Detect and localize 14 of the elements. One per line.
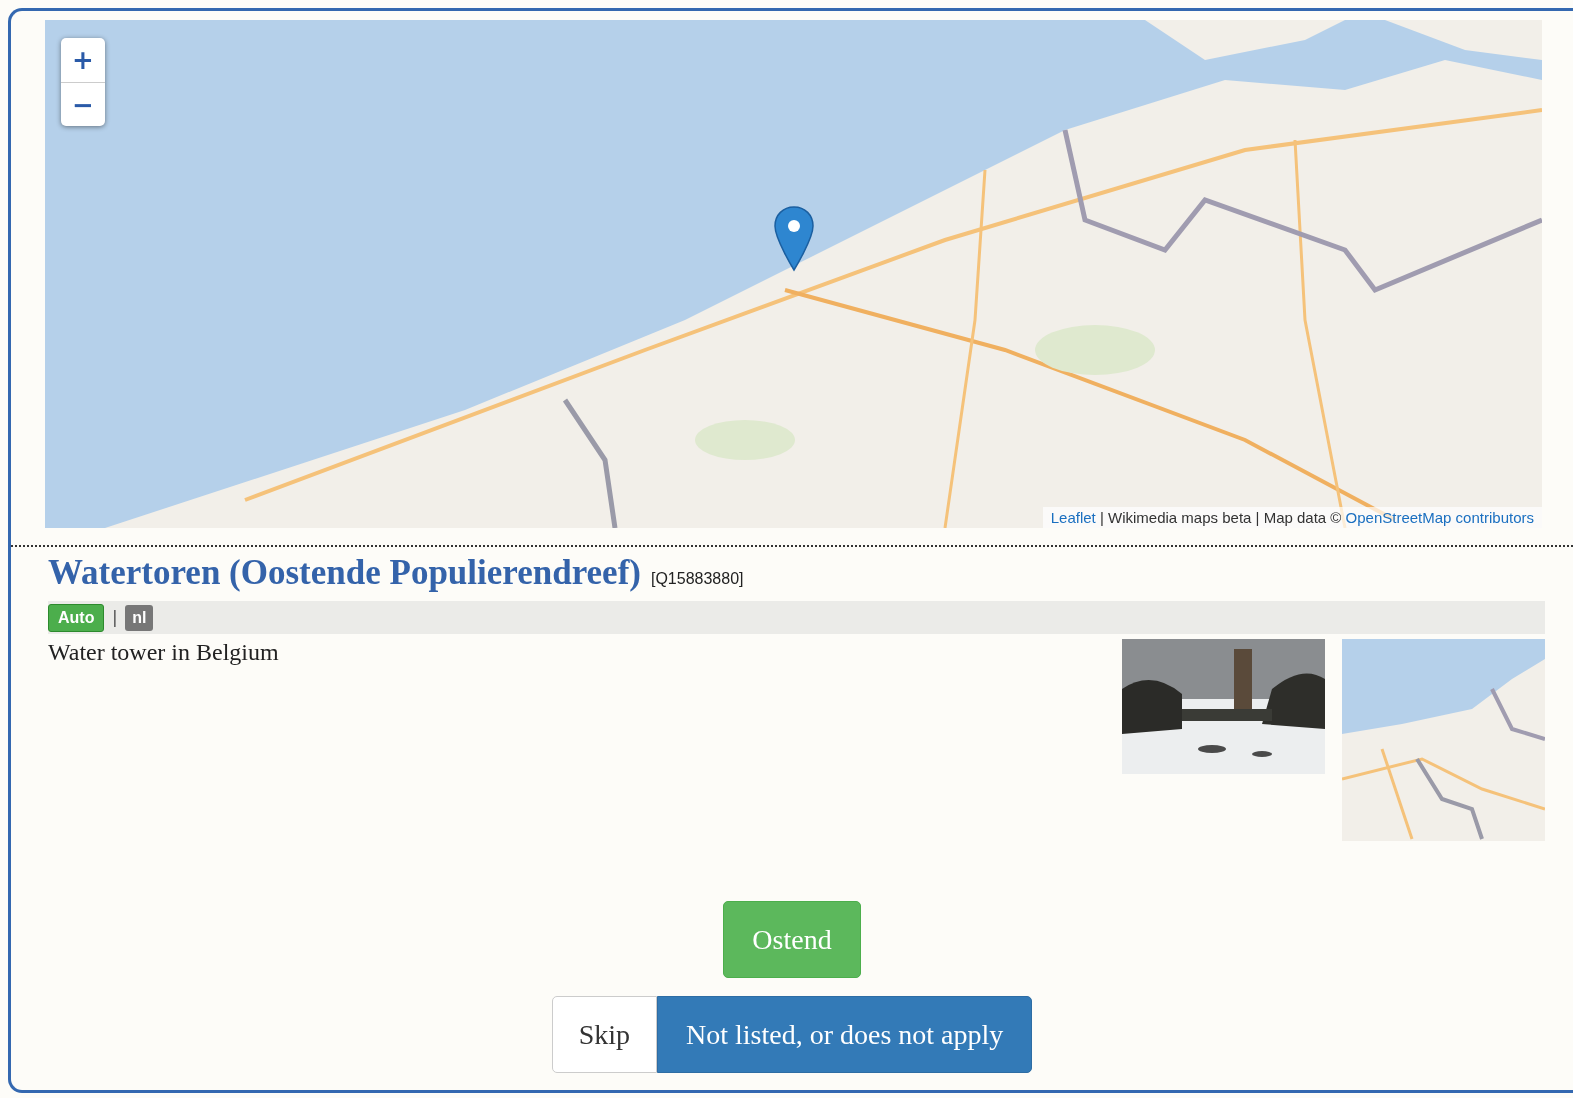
map-marker-icon[interactable] [773,206,815,272]
item-description: Water tower in Belgium [48,639,280,666]
item-title: Watertoren (Oostende Populierendreef) [48,553,641,593]
zoom-out-button[interactable]: − [61,82,105,126]
separator: | [112,607,118,628]
not-listed-button[interactable]: Not listed, or does not apply [657,996,1033,1073]
attribution-link[interactable]: OpenStreetMap contributors [1345,509,1534,526]
language-badge: nl [125,604,154,631]
auto-badge: Auto [48,603,105,632]
zoom-in-button[interactable]: + [61,38,105,82]
attribution-link[interactable]: Leaflet [1050,509,1096,526]
map-attribution: Leaflet | Wikimedia maps beta | Map data © OpenStreetMap contributors [1042,507,1542,528]
item-id: [Q15883880] [650,570,744,588]
skip-button[interactable]: Skip [551,996,658,1073]
